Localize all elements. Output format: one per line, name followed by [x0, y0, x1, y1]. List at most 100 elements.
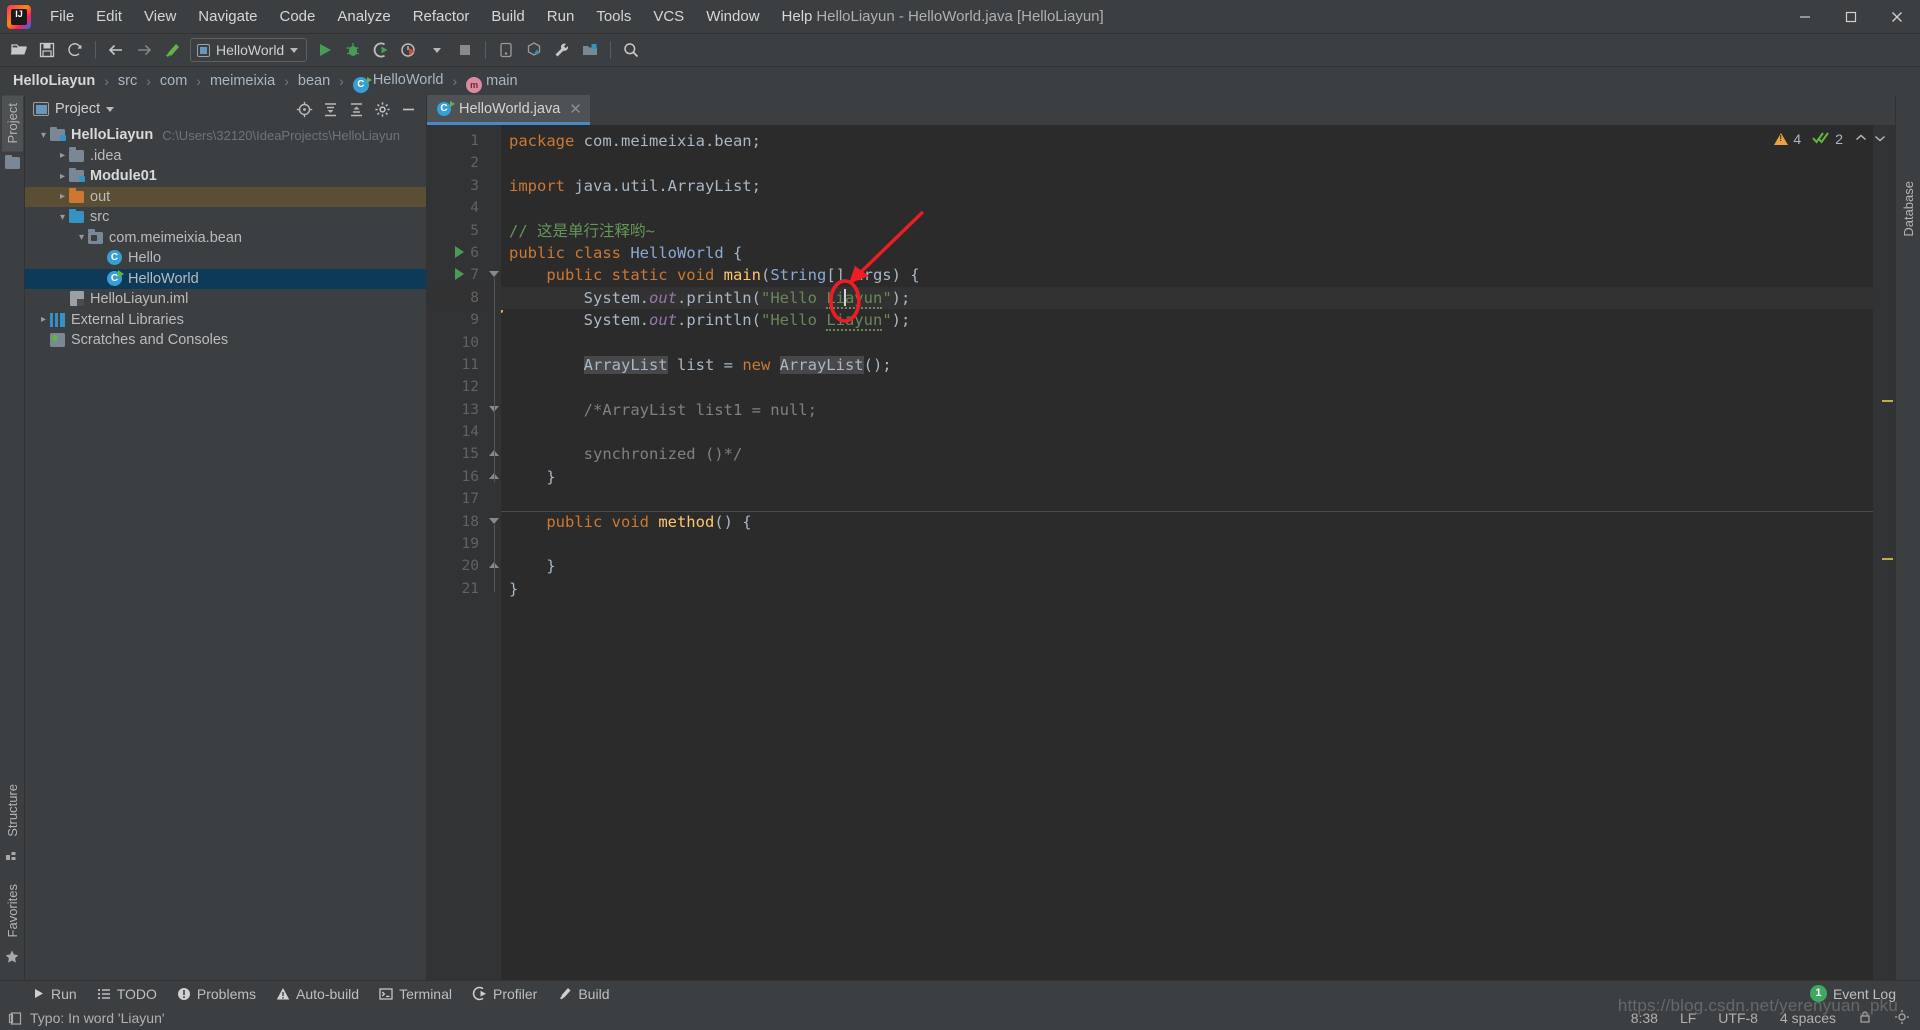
gutter-line-1[interactable]: 1	[427, 130, 487, 152]
tool-window-build[interactable]: Build	[547, 984, 619, 1004]
gutter-line-2[interactable]: 2	[427, 152, 487, 174]
gutter-line-6[interactable]: 6	[427, 242, 487, 264]
tree-node-helloliayun-iml[interactable]: HelloLiayun.iml	[25, 289, 426, 310]
tree-node-module01[interactable]: ▸ Module01	[25, 166, 426, 187]
minimize-button[interactable]	[1782, 0, 1828, 34]
fold-collapse-icon[interactable]	[489, 271, 499, 278]
code-line-8[interactable]: System.out.println("Hello Liayun");	[501, 286, 1873, 310]
chevron-right-icon[interactable]: ▸	[56, 170, 69, 183]
hide-panel-icon[interactable]	[396, 98, 420, 120]
tool-window-problems[interactable]: Problems	[167, 984, 266, 1004]
gutter-line-10[interactable]: 10	[427, 332, 487, 354]
gutter-line-15[interactable]: 15	[427, 443, 487, 465]
gutter-line-8[interactable]: 8	[427, 286, 487, 310]
sidebar-item-project[interactable]: Project	[1, 95, 23, 152]
tool-window-terminal[interactable]: Terminal	[369, 984, 462, 1004]
tool-window-profiler[interactable]: Profiler	[462, 984, 547, 1004]
inspection-widget[interactable]: 4 2	[1774, 125, 1895, 153]
run-gutter-icon[interactable]	[455, 268, 464, 281]
code-line-4[interactable]	[501, 197, 1873, 219]
tree-node-helloliayun[interactable]: ▾ HelloLiayun C:\Users\32120\IdeaProjects\…	[25, 125, 426, 146]
breadcrumb-item-main[interactable]: m main	[463, 72, 520, 93]
open-folder-icon[interactable]	[5, 37, 33, 63]
tree-node-scratches-and-consoles[interactable]: Scratches and Consoles	[25, 330, 426, 351]
tool-window-todo[interactable]: TODO	[87, 984, 167, 1004]
forward-arrow-icon[interactable]	[130, 37, 158, 63]
breadcrumb-item-meimeixia[interactable]: meimeixia	[207, 72, 278, 90]
tree-node-src[interactable]: ▾ src	[25, 207, 426, 228]
lock-icon[interactable]	[1858, 1010, 1872, 1027]
gutter-line-19[interactable]: 19	[427, 533, 487, 555]
code-line-7[interactable]: public static void main(String[] args) {	[501, 264, 1873, 286]
chevron-right-icon[interactable]: ▸	[56, 190, 69, 203]
debug-icon[interactable]	[339, 37, 367, 63]
gutter-line-18[interactable]: 18	[427, 511, 487, 533]
gutter-line-17[interactable]: 17	[427, 488, 487, 510]
breadcrumb-item-bean[interactable]: bean	[295, 72, 333, 90]
locate-icon[interactable]	[292, 98, 316, 120]
tree-node-external-libraries[interactable]: ▸ External Libraries	[25, 310, 426, 331]
menu-item-tools[interactable]: Tools	[585, 3, 642, 31]
chevron-down-icon[interactable]	[106, 106, 115, 112]
sdk-manager-icon[interactable]	[520, 37, 548, 63]
gutter-line-21[interactable]: 21	[427, 578, 487, 600]
menu-item-file[interactable]: File	[39, 3, 85, 31]
code-line-3[interactable]: import java.util.ArrayList;	[501, 175, 1873, 197]
menu-item-analyze[interactable]: Analyze	[326, 3, 401, 31]
run-profile-icon[interactable]	[395, 37, 423, 63]
code-line-6[interactable]: public class HelloWorld {	[501, 242, 1873, 264]
menu-item-help[interactable]: Help	[771, 3, 824, 31]
collapse-all-icon[interactable]	[344, 98, 368, 120]
breadcrumb-item-com[interactable]: com	[157, 72, 190, 90]
code-folding-gutter[interactable]	[487, 125, 501, 980]
warning-stripe-marker[interactable]	[1882, 400, 1893, 402]
tool-window-auto-build[interactable]: Auto-build	[266, 984, 369, 1004]
code-line-5[interactable]: // 这是单行注释哟~	[501, 220, 1873, 242]
menu-item-navigate[interactable]: Navigate	[187, 3, 268, 31]
code-line-20[interactable]: }	[501, 555, 1873, 577]
code-line-17[interactable]	[501, 488, 1873, 510]
file-encoding[interactable]: UTF-8	[1718, 1010, 1758, 1026]
chevron-down-icon[interactable]: ▾	[56, 211, 69, 224]
code-line-21[interactable]: }	[501, 578, 1873, 600]
chevron-right-icon[interactable]: ▸	[56, 149, 69, 162]
tool-window-event-log[interactable]: 1 Event Log	[1800, 983, 1906, 1004]
next-highlight-icon[interactable]	[1873, 131, 1887, 148]
close-icon[interactable]: ✕	[569, 100, 582, 118]
project-structure-icon[interactable]	[576, 37, 604, 63]
breadcrumb-item-helloworld[interactable]: C HelloWorld	[350, 71, 447, 93]
menu-item-refactor[interactable]: Refactor	[402, 3, 481, 31]
menu-item-code[interactable]: Code	[268, 3, 326, 31]
menu-item-run[interactable]: Run	[536, 3, 586, 31]
code-line-9[interactable]: System.out.println("Hello Liayun");	[501, 309, 1873, 332]
previous-highlight-icon[interactable]	[1854, 131, 1868, 148]
run-coverage-icon[interactable]	[367, 37, 395, 63]
gutter-line-14[interactable]: 14	[427, 421, 487, 443]
code-line-1[interactable]: package com.meimeixia.bean;	[501, 130, 1873, 152]
stop-icon[interactable]	[451, 37, 479, 63]
gutter-line-3[interactable]: 3	[427, 175, 487, 197]
code-content[interactable]: package com.meimeixia.bean; import java.u…	[501, 125, 1873, 980]
gutter-line-20[interactable]: 20	[427, 555, 487, 577]
tree-node-helloworld[interactable]: C HelloWorld	[25, 268, 426, 289]
menu-item-window[interactable]: Window	[695, 3, 770, 31]
tab-helloworld-java[interactable]: C HelloWorld.java ✕	[427, 95, 590, 125]
search-icon[interactable]	[617, 37, 645, 63]
breadcrumb-item-helloliayun[interactable]: HelloLiayun	[10, 72, 98, 90]
menu-item-edit[interactable]: Edit	[85, 3, 133, 31]
project-tree[interactable]: ▾ HelloLiayun C:\Users\32120\IdeaProjects\…	[25, 123, 426, 980]
close-button[interactable]	[1874, 0, 1920, 34]
menu-bar[interactable]: File Edit View Navigate Code Analyze Refactor B…	[39, 0, 823, 34]
gutter-line-16[interactable]: 16	[427, 466, 487, 488]
chevron-down-icon[interactable]: ▾	[37, 129, 50, 142]
code-line-2[interactable]	[501, 152, 1873, 174]
fold-collapse-icon[interactable]	[489, 517, 499, 524]
tool-window-run[interactable]: Run	[22, 984, 87, 1004]
code-editor[interactable]: 1 2 3 4 5 6 7 8 9 10 11 12 13 14 15 16 17 18 19 20 21 packag…	[427, 125, 1895, 980]
tree-node-hello[interactable]: C Hello	[25, 248, 426, 269]
build-hammer-icon[interactable]	[158, 37, 186, 63]
sidebar-item-database[interactable]: Database	[1898, 173, 1919, 245]
run-gutter-icon[interactable]	[455, 245, 464, 258]
indent-setting[interactable]: 4 spaces	[1780, 1010, 1836, 1026]
tree-node-com-meimeixia-bean[interactable]: ▾ com.meimeixia.bean	[25, 228, 426, 249]
